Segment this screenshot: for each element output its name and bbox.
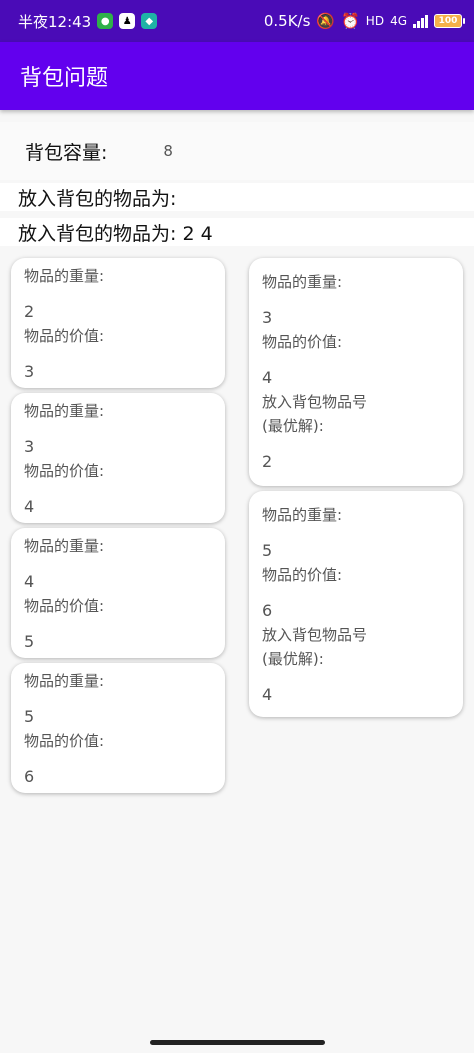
value-value: 4 <box>24 497 35 516</box>
weight-value: 2 <box>24 302 35 321</box>
item-number-value: 2 <box>262 452 273 471</box>
hd-icon: HD <box>365 14 385 28</box>
weight-label: 物品的重量: <box>24 267 105 285</box>
network-type: 4G <box>390 14 407 28</box>
result-line-1: 放入背包的物品为: <box>0 183 474 211</box>
selected-item-card: 物品的重量: 3 物品的价值: 4 放入背包物品号 (最优解): 2 <box>249 258 463 486</box>
weight-value: 5 <box>24 707 35 726</box>
item-number-value: 4 <box>262 685 273 704</box>
signal-icon <box>413 14 428 28</box>
status-bar: 半夜12:43 ● ♟ ◆ 0.5K/s 🔕 ⏰ HD 4G 100 <box>0 0 474 42</box>
input-items-column: 物品的重量: 2 物品的价值: 3 物品的重量: 3 物品的价值: 4 物品的重… <box>11 258 225 798</box>
status-bar-left: 半夜12:43 ● ♟ ◆ <box>18 11 158 32</box>
value-value: 4 <box>262 368 273 387</box>
selected-items-column: 物品的重量: 3 物品的价值: 4 放入背包物品号 (最优解): 2 物品的重量… <box>249 258 463 722</box>
clock: 半夜12:43 <box>18 12 92 31</box>
value-label: 物品的价值: <box>24 327 105 345</box>
weight-value: 3 <box>24 437 35 456</box>
capacity-label: 背包容量: <box>25 141 108 164</box>
battery-level: 100 <box>438 16 458 26</box>
value-value: 6 <box>262 601 273 620</box>
weight-value: 3 <box>262 308 273 327</box>
weight-label: 物品的重量: <box>24 537 105 555</box>
item-card: 物品的重量: 5 物品的价值: 6 <box>11 663 225 793</box>
wechat-icon: ● <box>97 13 114 29</box>
app-bar: 背包问题 <box>0 42 474 110</box>
battery-icon: 100 <box>434 14 465 28</box>
result-line-2: 放入背包的物品为: 2 4 <box>0 218 474 246</box>
weight-value: 4 <box>24 572 35 591</box>
value-label: 物品的价值: <box>262 333 343 351</box>
capacity-value[interactable]: 8 <box>163 142 173 160</box>
value-label: 物品的价值: <box>24 732 105 750</box>
weight-value: 5 <box>262 541 273 560</box>
item-card: 物品的重量: 4 物品的价值: 5 <box>11 528 225 658</box>
item-number-label: 放入背包物品号 (最优解): <box>262 626 368 668</box>
weight-label: 物品的重量: <box>24 672 105 690</box>
value-value: 6 <box>24 767 35 786</box>
mute-bell-icon: 🔕 <box>316 12 336 30</box>
capacity-row: 背包容量: 8 <box>0 122 474 180</box>
item-card: 物品的重量: 2 物品的价值: 3 <box>11 258 225 388</box>
status-bar-right: 0.5K/s 🔕 ⏰ HD 4G 100 <box>263 12 465 30</box>
app-title: 背包问题 <box>20 66 109 91</box>
value-label: 物品的价值: <box>262 566 343 584</box>
item-number-label: 放入背包物品号 (最优解): <box>262 393 368 435</box>
value-value: 3 <box>24 362 35 381</box>
item-card: 物品的重量: 3 物品的价值: 4 <box>11 393 225 523</box>
home-indicator[interactable] <box>150 1040 325 1045</box>
network-speed: 0.5K/s <box>263 12 311 30</box>
value-label: 物品的价值: <box>24 462 105 480</box>
selected-item-card: 物品的重量: 5 物品的价值: 6 放入背包物品号 (最优解): 4 <box>249 491 463 717</box>
weight-label: 物品的重量: <box>262 506 343 524</box>
weight-label: 物品的重量: <box>24 402 105 420</box>
weight-label: 物品的重量: <box>262 273 343 291</box>
qq-icon: ♟ <box>119 13 136 29</box>
alarm-icon: ⏰ <box>341 12 360 30</box>
value-label: 物品的价值: <box>24 597 105 615</box>
shield-icon: ◆ <box>141 13 158 29</box>
value-value: 5 <box>24 632 35 651</box>
